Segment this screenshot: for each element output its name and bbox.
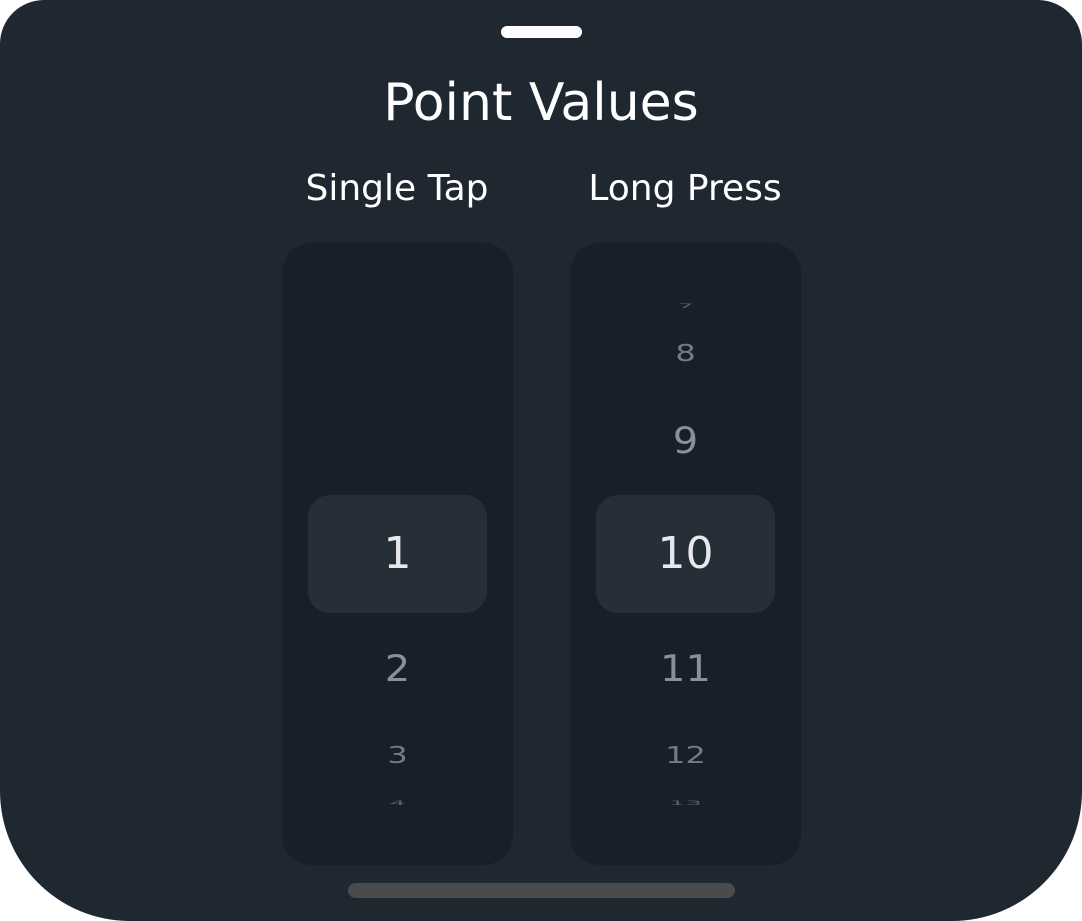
picker-option[interactable]: 8 — [570, 339, 801, 368]
picker-option[interactable]: 4 — [282, 799, 513, 807]
sheet-grabber-handle[interactable] — [501, 26, 582, 38]
long-press-label: Long Press — [588, 168, 782, 209]
picker-option[interactable]: 13 — [570, 799, 801, 807]
single-tap-picker[interactable]: 1 2 3 4 — [282, 243, 513, 865]
single-tap-label: Single Tap — [305, 168, 489, 209]
picker-option[interactable]: 3 — [282, 741, 513, 770]
picker-option[interactable]: 11 — [570, 646, 801, 692]
picker-option[interactable]: 7 — [570, 302, 801, 310]
picker-option-selected[interactable]: 1 — [282, 526, 513, 582]
picker-option-selected[interactable]: 10 — [570, 526, 801, 582]
bottom-sheet: Point Values Single Tap Long Press 1 2 3… — [0, 0, 1082, 921]
long-press-picker[interactable]: 7 8 9 10 11 12 13 — [570, 243, 801, 865]
sheet-title: Point Values — [383, 73, 699, 133]
home-indicator[interactable] — [348, 883, 735, 898]
picker-option[interactable]: 12 — [570, 741, 801, 770]
picker-option[interactable]: 9 — [570, 418, 801, 464]
picker-option[interactable]: 2 — [282, 646, 513, 692]
